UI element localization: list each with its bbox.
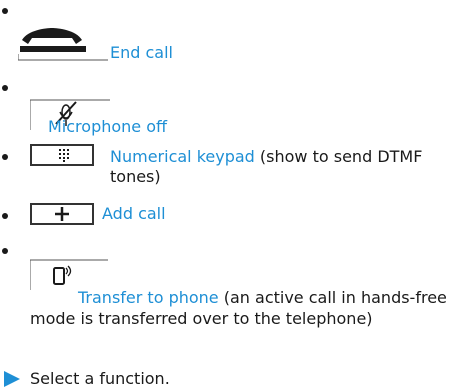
transfer-to-phone-text: Transfer to phone (an active call in han…: [30, 287, 450, 329]
bullet: [2, 85, 8, 91]
numerical-keypad-icon: [30, 144, 94, 166]
function-list: End call Microphone off Numerical keypad…: [0, 0, 459, 389]
end-call-label: End call: [110, 43, 173, 62]
instruction-text: Select a function.: [30, 369, 170, 388]
bullet: [2, 154, 8, 160]
step-arrow-icon: [4, 371, 20, 387]
numerical-keypad-label: Numerical keypad: [110, 147, 255, 166]
bullet: [2, 213, 8, 219]
end-call-icon: [17, 24, 108, 62]
bullet: [2, 248, 8, 254]
microphone-off-label: Microphone off: [48, 117, 168, 136]
transfer-to-phone-label: Transfer to phone: [78, 288, 219, 307]
numerical-keypad-text: Numerical keypad (show to send DTMF tone…: [110, 147, 440, 187]
add-call-label: Add call: [102, 204, 166, 223]
bullet: [2, 8, 8, 14]
add-call-icon: [30, 203, 94, 225]
